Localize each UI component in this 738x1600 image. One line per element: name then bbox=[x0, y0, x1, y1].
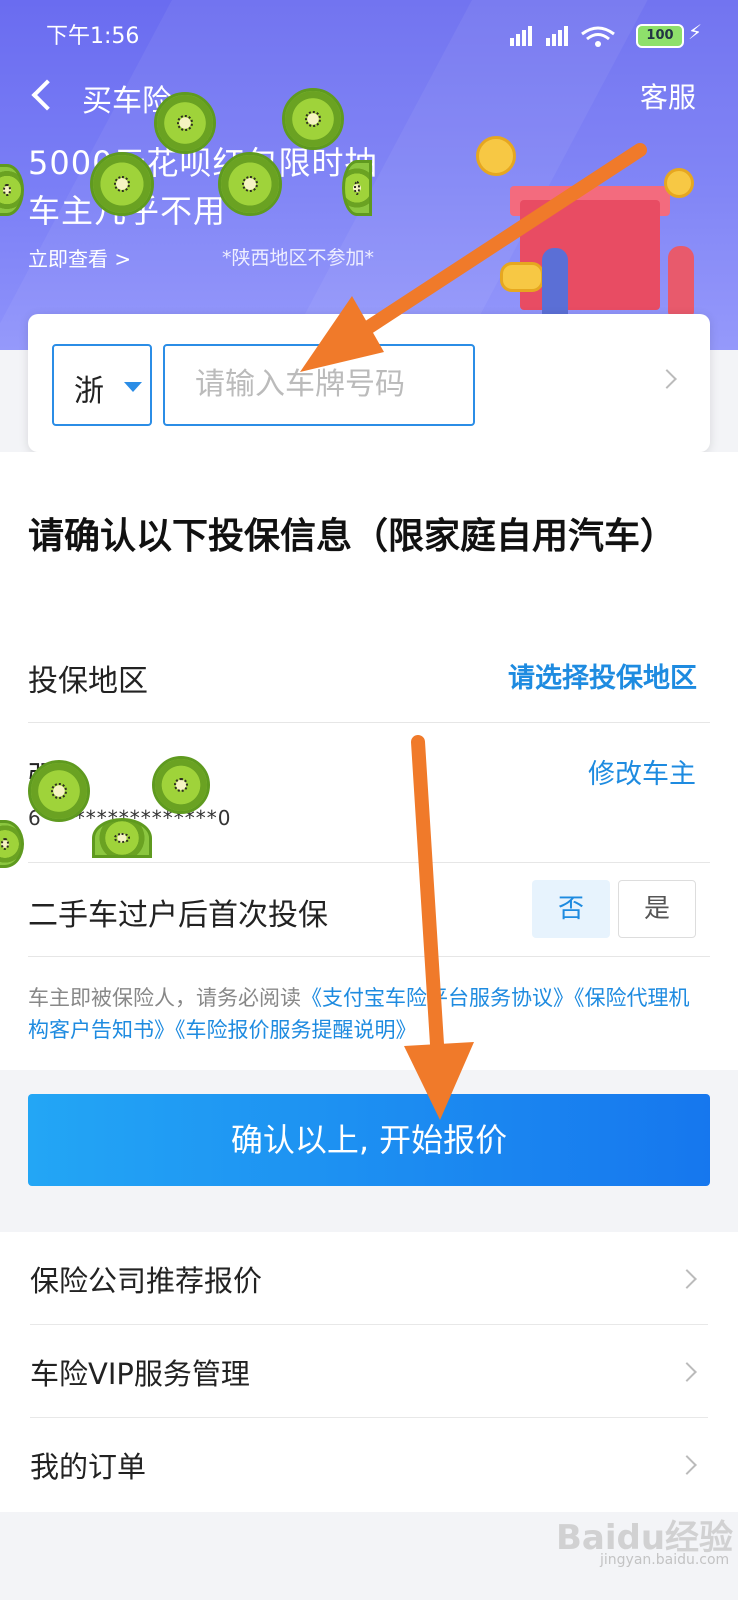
arrow-line-to-button bbox=[411, 735, 445, 1067]
arrow-head-to-plate bbox=[300, 296, 384, 372]
arrow-line-to-plate bbox=[339, 143, 647, 349]
arrow-head-to-button bbox=[404, 1042, 474, 1120]
watermark-url: jingyan.baidu.com bbox=[600, 1552, 730, 1568]
annotation-arrows bbox=[300, 143, 647, 1120]
